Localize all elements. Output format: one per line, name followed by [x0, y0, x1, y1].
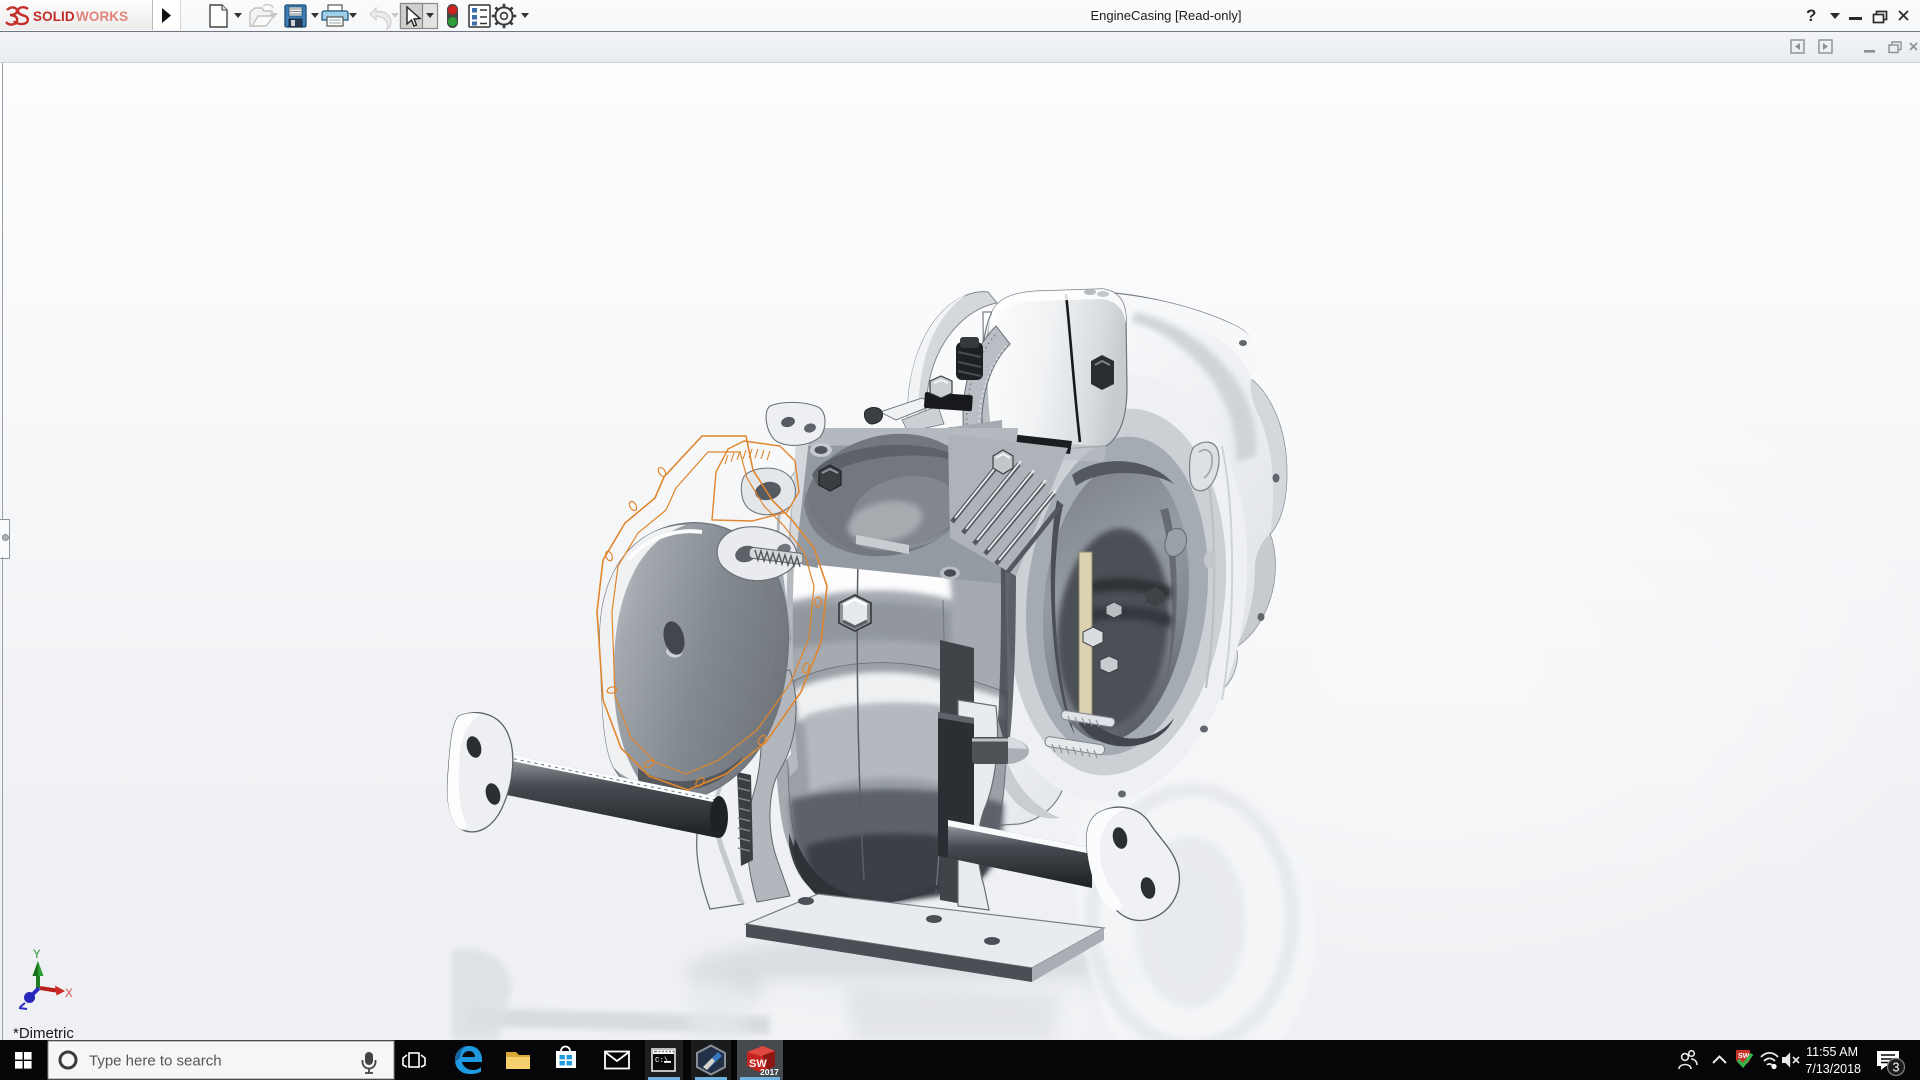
svg-text:7/13/2018: 7/13/2018 — [1805, 1062, 1861, 1076]
svg-text:11:55 AM: 11:55 AM — [1806, 1045, 1858, 1059]
svg-text:Type here to search: Type here to search — [89, 1053, 222, 1070]
svg-text:X: X — [65, 988, 73, 1000]
svg-text:2017: 2017 — [760, 1067, 779, 1077]
svg-text:3: 3 — [1893, 1061, 1900, 1075]
svg-text:?: ? — [1806, 6, 1816, 25]
svg-text:Y: Y — [33, 949, 41, 961]
